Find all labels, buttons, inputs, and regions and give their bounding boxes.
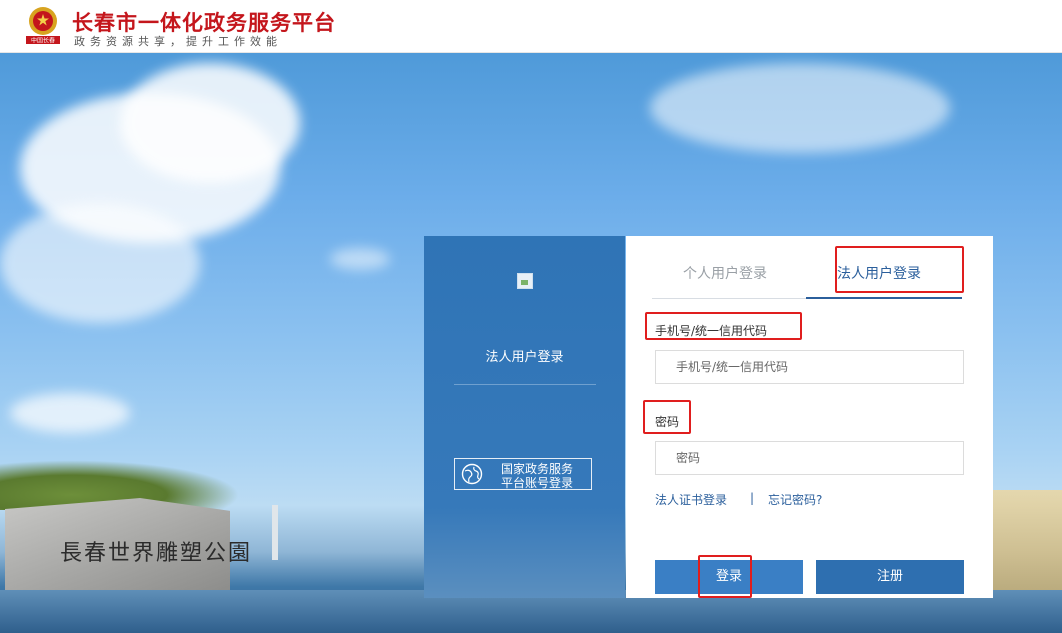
tab-personal-login[interactable]: 个人用户登录 (683, 263, 767, 283)
sculpture-tower (272, 505, 278, 560)
globe-icon (461, 463, 483, 485)
site-header: 中国长春 长春市一体化政务服务平台 政务资源共享，提升工作效能 (0, 0, 1062, 53)
forgot-password-link[interactable]: 忘记密码? (768, 491, 822, 508)
login-button[interactable]: 登录 (655, 560, 803, 594)
cloud (650, 63, 950, 153)
password-label: 密码 (655, 415, 680, 429)
broken-image-icon (517, 273, 533, 289)
monument-text: 長春世界雕塑公園 (60, 541, 253, 566)
national-emblem-icon: 中国长春 (26, 7, 60, 45)
account-label: 手机号/统一信用代码 (655, 324, 768, 338)
site-slogan: 政务资源共享，提升工作效能 (74, 35, 282, 48)
login-form: 个人用户登录 法人用户登录 手机号/统一信用代码 密码 法人证书登录 | 忘记密… (626, 236, 993, 598)
active-tab-indicator (806, 297, 962, 299)
cloud (330, 248, 390, 270)
emblem-caption: 中国长春 (31, 37, 55, 45)
national-gov-login-button[interactable]: 国家政务服务 平台账号登录 (454, 458, 592, 490)
cloud (120, 63, 300, 183)
cloud (0, 203, 200, 323)
side-panel-title: 法人用户登录 (485, 350, 564, 365)
right-shore (993, 490, 1062, 590)
cloud (10, 393, 130, 433)
account-input[interactable] (655, 350, 964, 384)
side-panel-divider (454, 384, 596, 385)
gov-login-label-line2: 平台账号登录 (501, 476, 574, 490)
password-input[interactable] (655, 441, 964, 475)
link-separator: | (750, 491, 755, 505)
register-button[interactable]: 注册 (816, 560, 964, 594)
tab-corporate-login[interactable]: 法人用户登录 (837, 263, 921, 283)
login-side-panel: 法人用户登录 国家政务服务 平台账号登录 (424, 236, 625, 598)
cert-login-link[interactable]: 法人证书登录 (655, 491, 727, 508)
